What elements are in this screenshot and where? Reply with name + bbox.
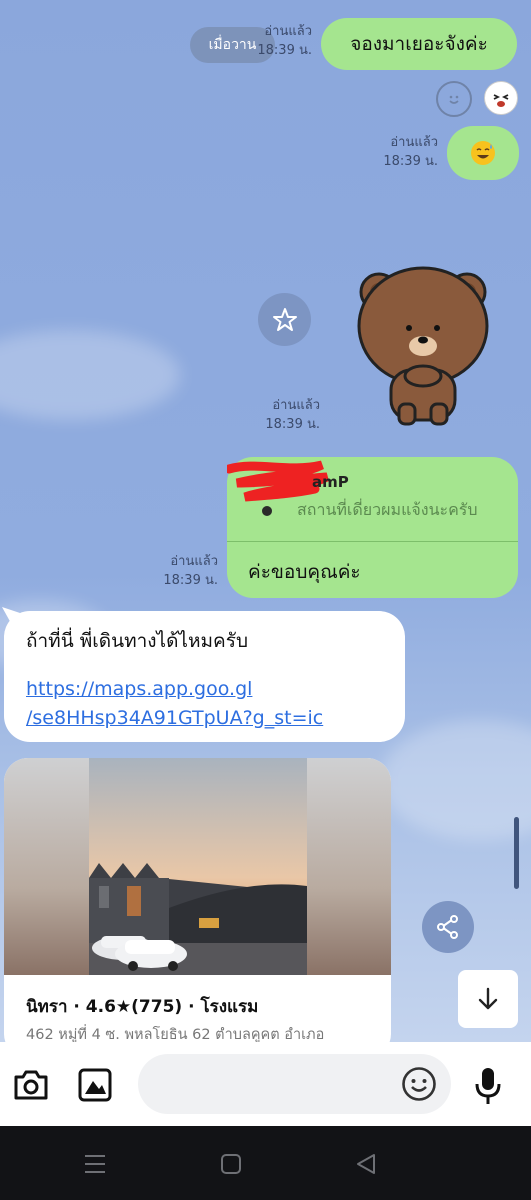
bubble-tail: [2, 607, 20, 625]
message-input[interactable]: [138, 1054, 451, 1114]
message-text: ค่ะขอบคุณค่ะ: [248, 561, 361, 583]
message-text: จองมาเยอะจังค่ะ: [350, 33, 488, 55]
maps-link-line-1[interactable]: https://maps.app.goo.gl: [26, 678, 252, 700]
scrollbar-thumb[interactable]: [514, 817, 519, 889]
read-receipt: อ่านแล้ว: [264, 24, 312, 39]
outgoing-emoji-bubble[interactable]: [447, 126, 519, 180]
message-time: 18:39 น.: [383, 154, 438, 169]
message-text: ถ้าที่นี่ พี่เดินทางได้ไหมครับ: [26, 630, 249, 652]
message-meta: อ่านแล้ว 18:39 น.: [250, 22, 312, 60]
place-photo: [89, 758, 307, 975]
background-cloud: [380, 720, 531, 840]
image-icon[interactable]: [74, 1064, 116, 1106]
quote-divider: [227, 541, 518, 542]
message-time: 18:39 น.: [163, 573, 218, 588]
place-preview-card[interactable]: นิทรา · 4.6★(775) · โรงแรม 462 หมู่ที่ 4…: [4, 758, 391, 1042]
read-receipt: อ่านแล้ว: [390, 135, 438, 150]
message-meta: อ่านแล้ว 18:39 น.: [376, 133, 438, 171]
sticker-reaction-icon[interactable]: [484, 81, 518, 115]
place-title: นิทรา · 4.6★(775) · โรงแรม: [26, 997, 259, 1017]
star-icon[interactable]: [258, 293, 311, 346]
grinning-sweat-emoji-icon: [471, 141, 495, 165]
brown-bear-sticker[interactable]: [355, 258, 491, 428]
share-icon[interactable]: [422, 901, 474, 953]
message-time: 18:39 น.: [257, 43, 312, 58]
back-icon[interactable]: [351, 1149, 381, 1179]
outgoing-reply-bubble[interactable]: amP สถานที่เดี่ยวผมแจ้งนะครับ ค่ะขอบคุณค…: [227, 457, 518, 598]
message-meta: อ่านแล้ว 18:39 น.: [258, 396, 320, 434]
place-address: 462 หมู่ที่ 4 ซ. พหลโยธิน 62 ตำบลคูคต อำ…: [26, 1027, 325, 1042]
home-icon[interactable]: [216, 1149, 246, 1179]
mic-icon[interactable]: [466, 1064, 510, 1108]
message-meta: อ่านแล้ว 18:39 น.: [156, 552, 218, 590]
read-receipt: อ่านแล้ว: [272, 398, 320, 413]
quoted-sender-name: amP: [312, 473, 349, 491]
arrow-down-icon[interactable]: [458, 970, 518, 1028]
read-receipt: อ่านแล้ว: [170, 554, 218, 569]
outgoing-message-bubble[interactable]: จองมาเยอะจังค่ะ: [321, 18, 517, 70]
system-nav-bar: [0, 1126, 531, 1200]
chat-area[interactable]: เมื่อวาน อ่านแล้ว 18:39 น. จองมาเยอะจังค…: [0, 0, 531, 1042]
smile-icon[interactable]: [436, 81, 472, 117]
maps-link-line-2[interactable]: /se8HHsp34A91GTpUA?g_st=ic: [26, 707, 323, 729]
quoted-message-text: สถานที่เดี่ยวผมแจ้งนะครับ: [297, 500, 478, 519]
background-cloud: [0, 330, 180, 420]
message-time: 18:39 น.: [265, 417, 320, 432]
camera-icon[interactable]: [10, 1064, 52, 1106]
incoming-message-bubble[interactable]: ถ้าที่นี่ พี่เดินทางได้ไหมครับ https://m…: [2, 607, 405, 742]
emoji-icon[interactable]: [400, 1065, 438, 1103]
menu-icon[interactable]: [80, 1150, 110, 1178]
